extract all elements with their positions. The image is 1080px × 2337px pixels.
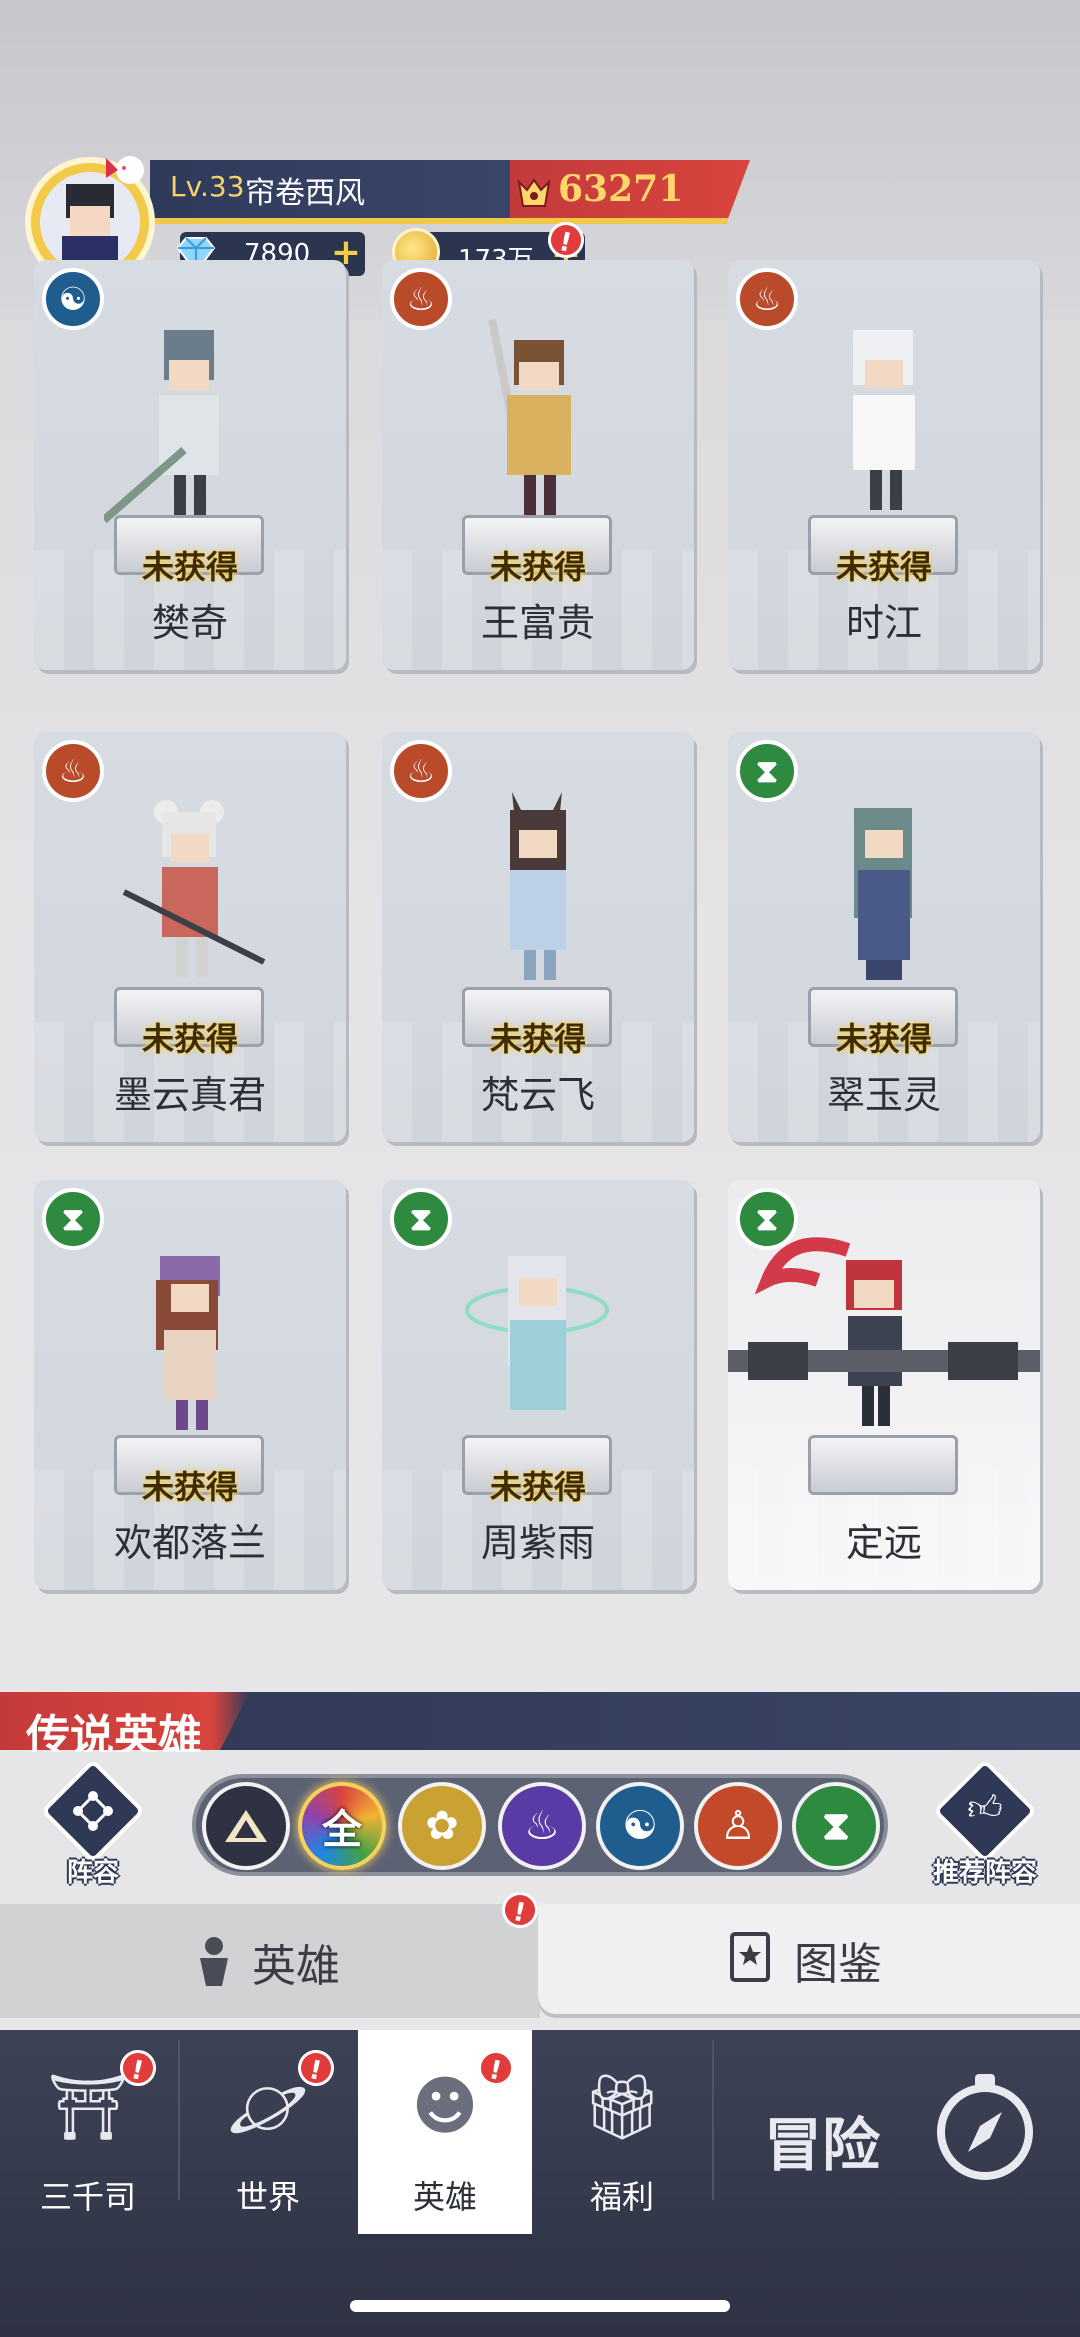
hero-status: 未获得 xyxy=(141,1468,238,1506)
all-filter-label: 全 xyxy=(322,1807,362,1853)
meditation-icon: ♨ xyxy=(42,740,104,802)
all-filter-chip[interactable]: 全 xyxy=(298,1782,386,1870)
hero-card[interactable]: ♨ 未获得 墨云真君 xyxy=(34,732,346,1142)
lineup-label: 阵容 xyxy=(66,1858,119,1888)
hero-status: 未获得 xyxy=(835,548,932,586)
hero-card[interactable]: ⧗ 未获得 周紫雨 xyxy=(382,1180,694,1590)
hero-name: 定远 xyxy=(845,1521,922,1565)
planet-icon: 🪐︎ xyxy=(227,2071,309,2145)
dna-icon[interactable]: ⧗ xyxy=(792,1782,880,1870)
recommend-lineup-button[interactable]: 👍︎ 推荐阵容 xyxy=(930,1758,1040,1888)
dna-icon: ⧗ xyxy=(42,1188,104,1250)
hero-status: 未获得 xyxy=(141,1020,238,1058)
hero-sprite xyxy=(853,330,915,510)
hero-name: 周紫雨 xyxy=(480,1521,595,1565)
dna-icon: ⧗ xyxy=(390,1188,452,1250)
hero-card[interactable]: ♨ 未获得 王富贵 xyxy=(382,260,694,670)
flame-icon[interactable]: ♨ xyxy=(498,1782,586,1870)
hero-card[interactable]: ⧗ 定远 xyxy=(728,1180,1040,1590)
hero-grid: ☯ 未获得 樊奇 ♨ 未获得 王富贵 ♨ 未获得 时江 ♨ 未获得 墨云真君 ♨… xyxy=(0,260,1080,1610)
thumbs-up-icon: 👍︎ xyxy=(967,1788,1003,1828)
hero-status: 未获得 xyxy=(489,548,586,586)
hero-name: 欢都落兰 xyxy=(113,1521,266,1565)
person-icon xyxy=(200,1937,228,1986)
hero-status: 未获得 xyxy=(489,1468,586,1506)
nav-sanqiansi-label: 三千司 xyxy=(39,2178,136,2216)
hero-sprite xyxy=(488,319,571,515)
hero-card[interactable]: ♨ 未获得 梵云飞 xyxy=(382,732,694,1142)
tab-codex-label: 图鉴 xyxy=(794,1939,882,1990)
nav-welfare-label: 福利 xyxy=(589,2178,654,2216)
yin-yang-icon: ☯ xyxy=(42,268,104,330)
combat-power-value: 63271 xyxy=(558,168,684,210)
codex-book-icon xyxy=(730,1932,770,1982)
hero-sprite xyxy=(728,1237,1040,1426)
network-icon xyxy=(73,1791,113,1831)
hero-name: 梵云飞 xyxy=(480,1073,595,1117)
yin-yang-icon[interactable]: ☯ xyxy=(596,1782,684,1870)
player-level: Lv.33 xyxy=(170,170,245,203)
hero-pedestal xyxy=(808,1435,958,1495)
hero-card[interactable]: ♨ 未获得 时江 xyxy=(728,260,1040,670)
hero-sprite xyxy=(854,808,912,980)
compass-icon xyxy=(937,2074,1033,2180)
hero-name: 时江 xyxy=(845,601,922,645)
player-name: 帘卷西风 xyxy=(245,176,365,211)
hero-card[interactable]: ⧗ 未获得 翠玉灵 xyxy=(728,732,1040,1142)
hero-name: 翠玉灵 xyxy=(826,1073,941,1117)
hero-name: 王富贵 xyxy=(480,601,595,645)
nav-heroes-label: 英雄 xyxy=(412,2178,477,2216)
lotus-icon[interactable]: ✿ xyxy=(398,1782,486,1870)
tab-heroes-label: 英雄 xyxy=(252,1941,340,1992)
hero-card[interactable]: ☯ 未获得 樊奇 xyxy=(34,260,346,670)
hero-sprite xyxy=(104,330,219,524)
hero-sprite xyxy=(122,800,266,977)
meditation-icon: ♨ xyxy=(390,268,452,330)
triangle-rank-icon[interactable] xyxy=(202,1782,290,1870)
combat-power-icon xyxy=(517,178,551,207)
nav-adventure-label: 冒险 xyxy=(764,2111,881,2179)
home-indicator xyxy=(350,2300,730,2312)
meditation-icon: ♨ xyxy=(736,268,798,330)
hero-name: 樊奇 xyxy=(151,601,228,645)
nav-welfare[interactable]: 🎁︎ 福利 xyxy=(534,2030,710,2240)
hero-card[interactable]: ⧗ 未获得 欢都落兰 xyxy=(34,1180,346,1590)
lineup-button[interactable]: 阵容 xyxy=(38,1758,148,1888)
hero-sprite xyxy=(156,1256,220,1430)
meditation-icon: ♨ xyxy=(390,740,452,802)
hero-status: 未获得 xyxy=(141,548,238,586)
hero-status: 未获得 xyxy=(489,1020,586,1058)
dna-icon: ⧗ xyxy=(736,740,798,802)
gift-box-icon: 🎁︎ xyxy=(581,2071,663,2145)
hero-name: 墨云真君 xyxy=(113,1073,266,1117)
hero-sprite xyxy=(510,792,566,980)
meditation-icon[interactable]: ♙ xyxy=(694,1782,782,1870)
nav-world-label: 世界 xyxy=(235,2178,300,2216)
hero-status: 未获得 xyxy=(835,1020,932,1058)
recommend-lineup-label: 推荐阵容 xyxy=(932,1858,1037,1888)
hero-sprite xyxy=(465,1256,609,1410)
